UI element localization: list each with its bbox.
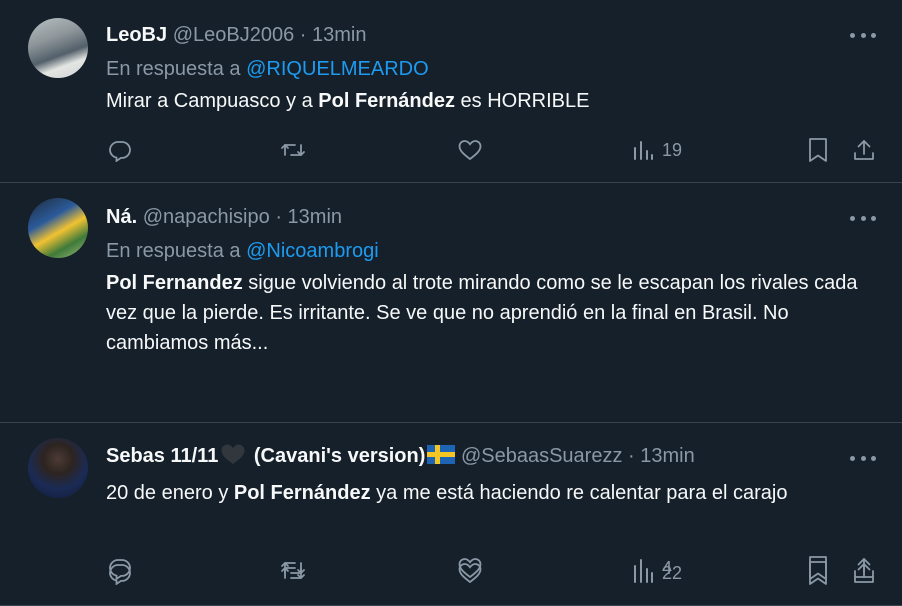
text-highlight: Pol Fernández bbox=[318, 90, 455, 112]
tweet-actions: 4 bbox=[0, 553, 902, 583]
reply-icon bbox=[109, 559, 131, 580]
timestamp[interactable]: 13min bbox=[640, 445, 694, 467]
text-part: 20 de enero y bbox=[106, 482, 234, 504]
heart-icon bbox=[458, 140, 482, 161]
tweet-text: Pol Fernandez sigue volviendo al trote m… bbox=[106, 268, 882, 358]
retweet-button[interactable] bbox=[280, 135, 306, 165]
tweet[interactable]: Ná. @napachisipo · 13min En respuesta a … bbox=[0, 183, 902, 585]
user-name[interactable]: LeoBJ bbox=[106, 24, 167, 46]
views-count: 4 bbox=[662, 557, 673, 578]
user-name-suffix[interactable]: (Cavani's version) bbox=[254, 445, 425, 467]
user-handle[interactable]: @SebaasSuarezz bbox=[461, 445, 623, 467]
share-icon bbox=[854, 558, 874, 578]
timestamp[interactable]: 13min bbox=[288, 206, 342, 228]
text-part: ya me está haciendo re calentar para el … bbox=[370, 482, 788, 504]
share-button[interactable] bbox=[852, 135, 876, 165]
retweet-button[interactable] bbox=[280, 553, 306, 583]
tweet-text: Mirar a Campuasco y a Pol Fernández es H… bbox=[106, 86, 882, 116]
tweet-header: Sebas 11/11 (Cavani's version) @SebaasSu… bbox=[106, 443, 842, 469]
like-button[interactable] bbox=[457, 135, 483, 165]
retweet-icon bbox=[281, 562, 305, 574]
share-icon bbox=[854, 140, 874, 160]
avatar[interactable] bbox=[28, 198, 88, 258]
user-handle[interactable]: @LeoBJ2006 bbox=[173, 24, 295, 46]
avatar[interactable] bbox=[28, 18, 88, 78]
tweet-actions: 19 bbox=[0, 135, 902, 165]
tweet-text: 20 de enero y Pol Fernández ya me está h… bbox=[106, 478, 882, 508]
retweet-icon bbox=[281, 144, 305, 156]
more-icon[interactable] bbox=[850, 25, 876, 45]
separator: · bbox=[275, 206, 282, 228]
reply-button[interactable] bbox=[108, 135, 132, 165]
tweet[interactable]: LeoBJ @LeoBJ2006 · 13min En respuesta a … bbox=[0, 0, 902, 183]
like-button[interactable] bbox=[457, 553, 483, 583]
heart-icon bbox=[458, 558, 482, 579]
share-button[interactable] bbox=[852, 553, 876, 583]
text-part: Mirar a Campuasco y a bbox=[106, 90, 319, 112]
black-heart-icon bbox=[221, 444, 245, 464]
text-part: es HORRIBLE bbox=[455, 90, 590, 112]
timestamp[interactable]: 13min bbox=[312, 24, 366, 46]
more-icon[interactable] bbox=[850, 448, 876, 468]
views-icon bbox=[634, 141, 653, 160]
sweden-flag-icon bbox=[427, 445, 456, 464]
tweet[interactable]: Sebas 11/11 (Cavani's version) @SebaasSu… bbox=[0, 423, 902, 606]
avatar[interactable] bbox=[28, 438, 88, 498]
user-handle[interactable]: @napachisipo bbox=[143, 206, 270, 228]
text-highlight: Pol Fernandez bbox=[106, 272, 243, 294]
reply-prefix: En respuesta a bbox=[106, 240, 241, 262]
bookmark-icon bbox=[809, 556, 827, 580]
bookmark-button[interactable] bbox=[806, 135, 830, 165]
user-name[interactable]: Sebas 11/11 bbox=[106, 445, 218, 467]
views-icon bbox=[634, 559, 653, 578]
reply-mention[interactable]: @RIQUELMEARDO bbox=[246, 58, 429, 80]
reply-mention[interactable]: @Nicoambrogi bbox=[246, 240, 379, 262]
reply-context: En respuesta a @RIQUELMEARDO bbox=[106, 56, 429, 82]
reply-context: En respuesta a @Nicoambrogi bbox=[106, 238, 379, 264]
bookmark-icon bbox=[809, 138, 827, 162]
text-highlight: Pol Fernández bbox=[233, 482, 371, 504]
reply-button[interactable] bbox=[108, 553, 132, 583]
reply-icon bbox=[109, 141, 131, 162]
reply-prefix: En respuesta a bbox=[106, 58, 241, 80]
more-icon[interactable] bbox=[850, 208, 876, 228]
bookmark-button[interactable] bbox=[806, 553, 830, 583]
views-button[interactable]: 19 bbox=[632, 135, 682, 165]
separator: · bbox=[628, 445, 635, 467]
views-button[interactable]: 4 bbox=[632, 553, 672, 583]
separator: · bbox=[299, 24, 307, 46]
user-name[interactable]: Ná. bbox=[106, 206, 137, 228]
tweet-header: Ná. @napachisipo · 13min bbox=[106, 204, 842, 230]
views-count: 19 bbox=[662, 139, 683, 160]
tweet-header: LeoBJ @LeoBJ2006 · 13min bbox=[106, 22, 842, 48]
